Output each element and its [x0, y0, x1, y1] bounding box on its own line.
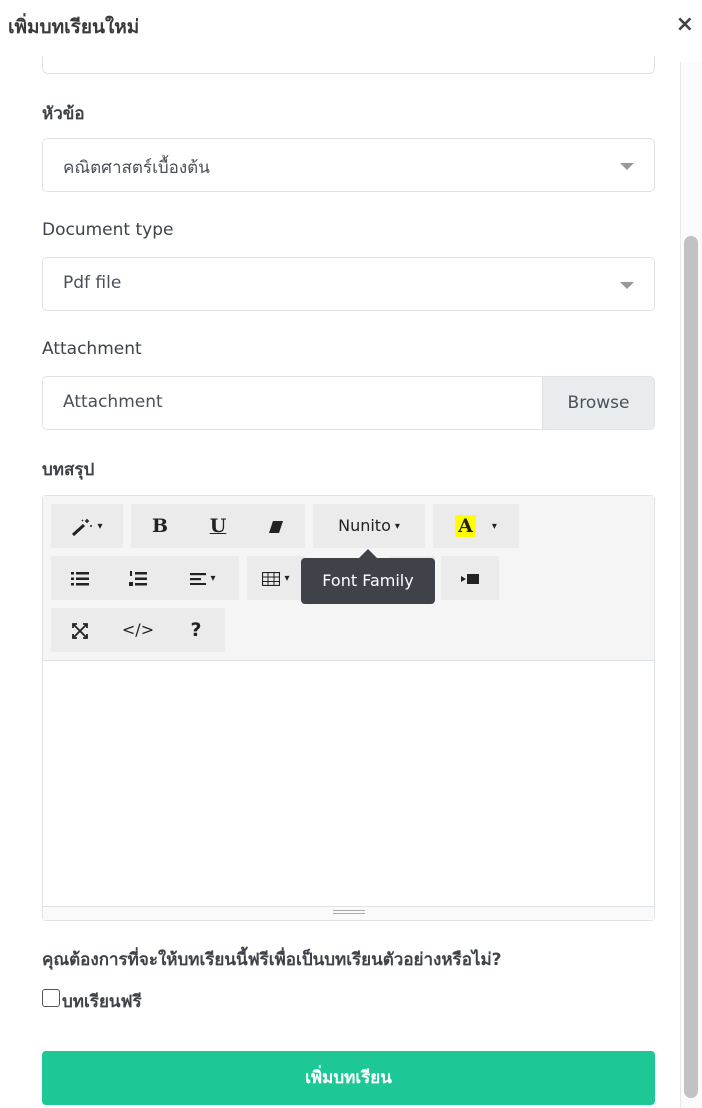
- font-family-tooltip: Font Family: [301, 558, 435, 604]
- browse-button[interactable]: Browse: [542, 377, 654, 429]
- add-lesson-button[interactable]: เพิ่มบทเรียน: [42, 1051, 655, 1105]
- unordered-list-button[interactable]: [51, 556, 109, 600]
- code-view-button[interactable]: </>: [109, 608, 167, 652]
- dropdown-caret-icon: ▾: [491, 521, 497, 532]
- doctype-select-value: Pdf file: [63, 273, 122, 293]
- rich-text-editor: ▾ B U Nunito ▾ A ▾ ▾ ▾ Font Family </> ?: [42, 495, 655, 921]
- font-family-value: Nunito: [338, 516, 391, 535]
- dropdown-caret-icon: ▾: [394, 520, 400, 532]
- topic-select-value: คณิตศาสตร์เบื้องต้น: [63, 158, 210, 178]
- scrollbar-thumb[interactable]: [684, 236, 698, 1098]
- bold-button[interactable]: B: [131, 504, 189, 548]
- dropdown-caret-icon: ▾: [97, 520, 103, 532]
- tooltip-arrow: [359, 549, 377, 558]
- ordered-list-icon: [129, 570, 147, 586]
- dropdown-caret-icon: ▾: [210, 572, 216, 584]
- fullscreen-button[interactable]: [51, 608, 109, 652]
- caret-down-icon: [620, 163, 634, 170]
- editor-toolbar: ▾ B U Nunito ▾ A ▾ ▾ ▾ Font Family </> ?: [43, 496, 654, 661]
- free-lesson-label[interactable]: บทเรียนฟรี: [62, 988, 142, 1015]
- doctype-select[interactable]: Pdf file: [42, 257, 655, 311]
- ordered-list-button[interactable]: [109, 556, 167, 600]
- style-button[interactable]: ▾: [51, 504, 123, 548]
- summary-label: บทสรุป: [42, 460, 95, 480]
- modal-title: เพิ่มบทเรียนใหม่: [8, 16, 140, 38]
- free-lesson-checkbox[interactable]: [42, 989, 60, 1007]
- underline-button[interactable]: U: [189, 504, 247, 548]
- close-button[interactable]: ×: [676, 12, 694, 38]
- font-color-icon: A: [455, 515, 476, 537]
- dropdown-caret-icon: ▾: [284, 572, 290, 584]
- doctype-label: Document type: [42, 220, 174, 240]
- topic-select[interactable]: คณิตศาสตร์เบื้องต้น: [42, 138, 655, 192]
- modal-header: เพิ่มบทเรียนใหม่ ×: [0, 0, 702, 56]
- magic-wand-icon: [72, 518, 93, 536]
- color-button[interactable]: A ▾: [433, 504, 519, 548]
- fullscreen-icon: [72, 622, 88, 639]
- topic-label: หัวข้อ: [42, 104, 85, 124]
- partial-field-above[interactable]: [42, 56, 655, 74]
- video-icon: [461, 573, 479, 584]
- caret-down-icon: [620, 282, 634, 289]
- table-icon: [262, 571, 281, 586]
- help-button[interactable]: ?: [167, 608, 225, 652]
- align-icon: [190, 572, 207, 585]
- resize-grip-icon: [333, 910, 365, 914]
- attachment-placeholder: Attachment: [63, 392, 163, 412]
- eraser-button[interactable]: [247, 504, 305, 548]
- unordered-list-icon: [71, 571, 89, 585]
- paragraph-align-button[interactable]: ▾: [167, 556, 239, 600]
- free-lesson-question: คุณต้องการที่จะให้บทเรียนนี้ฟรีเพื่อเป็น…: [42, 950, 502, 970]
- editor-content-area[interactable]: [43, 662, 654, 906]
- editor-resize-bar[interactable]: [43, 906, 654, 920]
- table-button[interactable]: ▾: [247, 556, 305, 600]
- video-button[interactable]: [441, 556, 499, 600]
- attachment-input[interactable]: Attachment Browse: [42, 376, 655, 430]
- attachment-label: Attachment: [42, 339, 142, 359]
- eraser-icon: [269, 520, 283, 533]
- font-family-button[interactable]: Nunito ▾: [313, 504, 425, 548]
